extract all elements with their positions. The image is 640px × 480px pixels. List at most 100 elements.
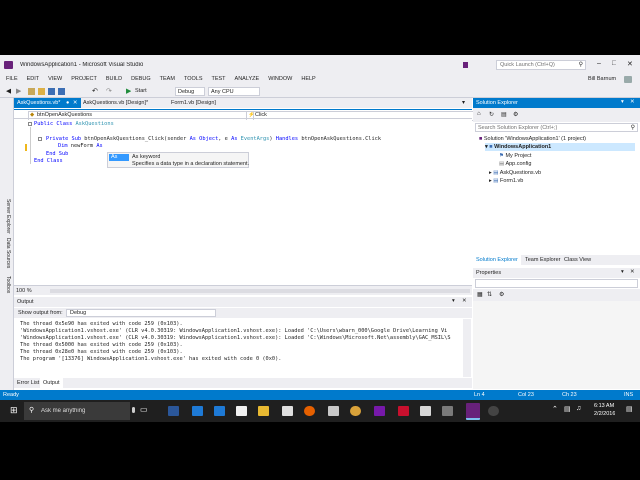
solution-search-box[interactable]: Search Solution Explorer (Ctrl+;) ⚲ — [475, 123, 638, 132]
pin-icon[interactable]: ▾ — [452, 298, 455, 304]
menu-item-build[interactable]: BUILD — [106, 76, 122, 82]
app-icon[interactable] — [420, 406, 431, 416]
menu-item-window[interactable]: WINDOW — [268, 76, 292, 82]
output-source-select[interactable]: Debug — [66, 309, 216, 317]
notification-flag-icon[interactable] — [463, 62, 468, 68]
tab-form1-design[interactable]: Form1.vb [Design] — [168, 98, 235, 108]
quick-launch-input[interactable]: Quick Launch (Ctrl+Q) — [500, 62, 555, 68]
properties-object-select[interactable] — [475, 279, 638, 288]
forward-icon[interactable]: ▶ — [16, 87, 21, 95]
close-icon[interactable]: ✕ — [73, 100, 78, 106]
save-icon[interactable] — [48, 88, 55, 95]
windows-start-icon[interactable]: ⊞ — [10, 405, 18, 416]
microphone-icon[interactable] — [132, 407, 135, 413]
server-explorer-tab[interactable]: Server Explorer — [5, 199, 11, 234]
property-pages-icon[interactable]: ⚙ — [499, 291, 504, 298]
close-button[interactable]: ✕ — [627, 60, 633, 68]
zoom-level[interactable]: 100 % — [16, 288, 32, 294]
menu-item-view[interactable]: VIEW — [48, 76, 62, 82]
redo-icon[interactable]: ↷ — [106, 87, 112, 95]
menu-item-debug[interactable]: DEBUG — [131, 76, 151, 82]
open-icon[interactable] — [38, 88, 45, 95]
collapse-icon[interactable] — [38, 137, 42, 141]
close-icon[interactable]: ✕ — [630, 269, 635, 275]
properties-icon[interactable]: ⚙ — [513, 111, 518, 118]
onenote-app-icon[interactable] — [374, 406, 385, 416]
menu-item-project[interactable]: PROJECT — [71, 76, 97, 82]
tab-team-explorer[interactable]: Team Explorer — [522, 255, 563, 265]
menu-item-analyze[interactable]: ANALYZE — [235, 76, 260, 82]
alphabetical-icon[interactable]: ⇅ — [487, 291, 492, 298]
clock-time[interactable]: 6:13 AM — [594, 403, 614, 409]
cortana-search-box[interactable]: ⚲ Ask me anything — [24, 402, 130, 420]
close-icon[interactable]: ✕ — [462, 298, 467, 304]
config-select[interactable]: Debug — [175, 87, 205, 96]
minimize-button[interactable]: – — [597, 60, 601, 67]
tree-node-my-project[interactable]: ⚑ My Project — [499, 152, 531, 160]
pin-icon[interactable]: ▾ — [621, 269, 624, 275]
collapse-icon[interactable] — [28, 122, 32, 126]
output-vertical-scrollbar[interactable] — [463, 319, 471, 377]
tab-output[interactable]: Output — [40, 378, 63, 388]
menu-item-file[interactable]: FILE — [6, 76, 18, 82]
avatar[interactable] — [624, 76, 632, 83]
tree-node-solution[interactable]: ■ Solution 'WindowsApplication1' (1 proj… — [479, 135, 586, 143]
undo-icon[interactable]: ↶ — [92, 87, 98, 95]
menu-item-help[interactable]: HELP — [301, 76, 315, 82]
clock-date[interactable]: 2/2/2016 — [594, 411, 615, 417]
cortana-input[interactable]: Ask me anything — [41, 408, 85, 414]
tab-class-view[interactable]: Class View — [561, 255, 594, 265]
solution-search-input[interactable]: Search Solution Explorer (Ctrl+;) — [478, 125, 557, 131]
quick-launch-box[interactable]: Quick Launch (Ctrl+Q) ⚲ — [496, 60, 586, 70]
tray-chevron-icon[interactable]: ⌃ — [552, 405, 558, 413]
app-icon[interactable] — [488, 406, 499, 416]
network-icon[interactable]: ▤ — [564, 405, 571, 413]
acrobat-app-icon[interactable] — [398, 406, 409, 416]
word-app-icon[interactable] — [168, 406, 179, 416]
chrome-app-icon[interactable] — [350, 406, 361, 416]
pin-icon[interactable]: ▾ — [621, 99, 624, 105]
intellisense-popup[interactable]: As As keyword Specifies a data type in a… — [107, 152, 249, 168]
platform-select[interactable]: Any CPU — [208, 87, 260, 96]
volume-icon[interactable]: ♫ — [576, 405, 581, 412]
categorized-icon[interactable]: ▦ — [477, 291, 483, 298]
firefox-app-icon[interactable] — [304, 406, 315, 416]
tab-askquestions-vb[interactable]: AskQuestions.vb* ● ✕ — [14, 98, 81, 108]
home-icon[interactable]: ⌂ — [477, 111, 481, 117]
toolbox-tab[interactable]: Toolbox — [5, 276, 11, 293]
action-center-icon[interactable]: ▤ — [626, 405, 633, 413]
menu-item-team[interactable]: TEAM — [160, 76, 175, 82]
tree-node-form1[interactable]: ▸ ▤ Form1.vb — [489, 177, 523, 185]
data-sources-tab[interactable]: Data Sources — [5, 238, 11, 268]
tab-askquestions-design[interactable]: AskQuestions.vb [Design]* — [80, 98, 165, 108]
search-icon[interactable]: ⚲ — [579, 61, 583, 68]
tab-overflow-icon[interactable]: ▾ — [462, 99, 465, 106]
user-name[interactable]: Bill Barnum — [588, 76, 616, 82]
refresh-icon[interactable]: ↻ — [489, 111, 494, 118]
close-icon[interactable]: ✕ — [630, 99, 635, 105]
new-project-icon[interactable] — [28, 88, 35, 95]
start-button[interactable]: ▶ Start — [126, 87, 154, 96]
menu-item-edit[interactable]: EDIT — [27, 76, 40, 82]
file-explorer-icon[interactable] — [258, 406, 269, 416]
tree-node-askquestions[interactable]: ▸ ▤ AskQuestions.vb — [489, 169, 541, 177]
completion-item-as[interactable]: As — [109, 154, 129, 161]
task-view-icon[interactable]: ▭ — [140, 405, 148, 414]
search-icon[interactable]: ⚲ — [631, 124, 635, 131]
store-app-icon[interactable] — [236, 406, 247, 416]
pin-icon[interactable]: ● — [66, 100, 69, 106]
app-icon[interactable] — [282, 406, 293, 416]
tab-solution-explorer[interactable]: Solution Explorer — [473, 255, 521, 265]
collapse-all-icon[interactable]: ▤ — [501, 111, 507, 118]
app-icon[interactable] — [328, 406, 339, 416]
expand-arrow-icon[interactable]: ▸ — [489, 170, 492, 176]
tab-error-list[interactable]: Error List — [14, 378, 42, 388]
edge-app-icon[interactable] — [214, 406, 225, 416]
tree-node-project[interactable]: ▾ ■ WindowsApplication1 — [485, 143, 635, 151]
properties-grid[interactable] — [473, 301, 640, 389]
save-all-icon[interactable] — [58, 88, 65, 95]
menu-item-tools[interactable]: TOOLS — [184, 76, 203, 82]
output-text[interactable]: The thread 0x5e90 has exited with code 2… — [16, 319, 462, 377]
visual-studio-app-icon[interactable] — [466, 403, 480, 420]
horizontal-scrollbar[interactable] — [50, 289, 470, 293]
